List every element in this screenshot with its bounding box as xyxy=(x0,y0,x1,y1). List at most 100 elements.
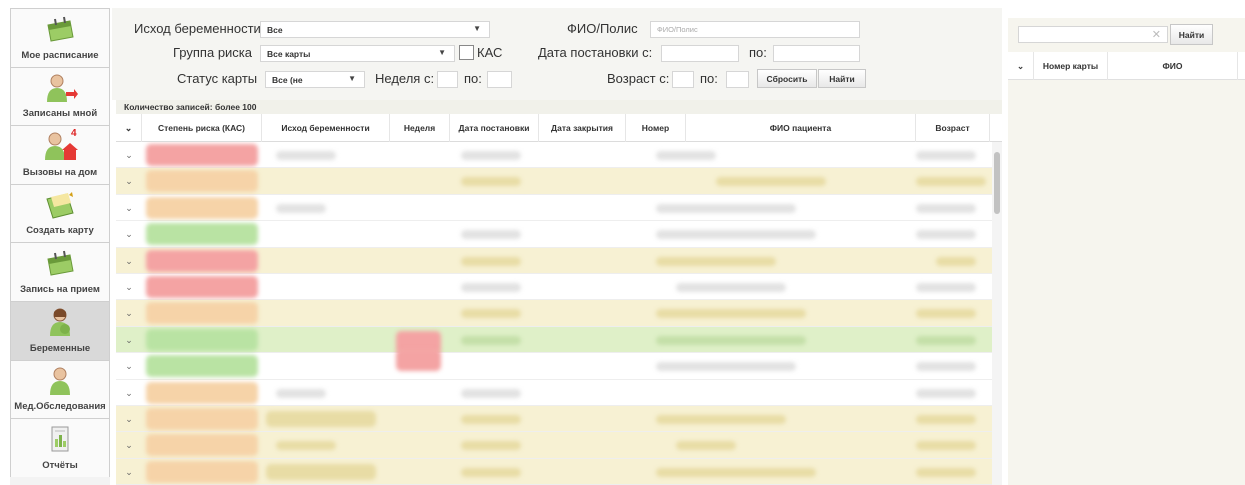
find-button[interactable]: Найти xyxy=(818,69,866,88)
blurred-cell xyxy=(461,441,521,451)
reset-button[interactable]: Сбросить xyxy=(757,69,817,88)
sidebar-item-reports[interactable]: Отчёты xyxy=(10,418,110,477)
table-scrollbar[interactable] xyxy=(992,142,1002,485)
week-from-input[interactable] xyxy=(437,71,458,88)
blurred-cell xyxy=(916,151,976,160)
chevron-down-icon: ▼ xyxy=(348,74,356,83)
week-to-input[interactable] xyxy=(487,71,512,88)
blurred-cell xyxy=(676,283,786,292)
table-row[interactable]: ⌄ xyxy=(116,274,992,301)
chevron-down-icon[interactable]: ⌄ xyxy=(116,195,142,220)
chevron-down-icon[interactable]: ⌄ xyxy=(116,432,142,457)
doctor-arrow-icon xyxy=(47,74,78,102)
chevron-down-icon[interactable]: ⌄ xyxy=(116,380,142,405)
expand-all-chevron[interactable]: ⌄ xyxy=(116,114,142,142)
pregnant-woman-icon xyxy=(50,308,70,336)
blurred-cell xyxy=(916,203,976,213)
table-row[interactable]: ⌄ xyxy=(116,326,992,354)
date-to-input[interactable] xyxy=(773,45,860,62)
records-count: Количество записей: более 100 xyxy=(116,100,1002,114)
sidebar-item-pregnant[interactable]: Беременные xyxy=(10,300,110,360)
blurred-cell xyxy=(276,203,326,213)
risk-cell xyxy=(146,144,258,166)
fio-input[interactable]: ФИО/Полис xyxy=(650,21,860,38)
col-number[interactable]: Номер xyxy=(626,114,686,142)
blurred-cell xyxy=(276,388,326,398)
blurred-cell xyxy=(276,441,336,451)
age-from-input[interactable] xyxy=(672,71,694,88)
right-search-input[interactable]: ✕ xyxy=(1018,26,1168,43)
sidebar-item-label: Отчёты xyxy=(42,459,78,471)
chevron-down-icon: ▼ xyxy=(473,24,481,33)
fio-label: ФИО/Полис xyxy=(567,21,638,36)
clear-icon[interactable]: ✕ xyxy=(1152,28,1161,41)
table-row[interactable]: ⌄ xyxy=(116,194,992,222)
table-row[interactable]: ⌄ xyxy=(116,432,992,459)
chevron-down-icon[interactable]: ⌄ xyxy=(116,406,142,431)
chevron-down-icon[interactable]: ⌄ xyxy=(116,353,142,378)
blurred-cell xyxy=(916,415,976,424)
sidebar-item-booked-by-me[interactable]: Записаны мной xyxy=(10,66,110,126)
sidebar-item-create-card[interactable]: Создать карту xyxy=(10,183,110,243)
col-patient-name[interactable]: ФИО пациента xyxy=(686,114,916,142)
chevron-down-icon[interactable]: ⌄ xyxy=(116,300,142,325)
chevron-down-icon[interactable]: ⌄ xyxy=(116,168,142,193)
kas-checkbox[interactable] xyxy=(459,45,474,60)
kas-label: КАС xyxy=(477,45,503,60)
blurred-cell xyxy=(656,151,716,160)
sidebar-item-house-calls[interactable]: 4 Вызовы на дом xyxy=(10,125,110,184)
risk-cell xyxy=(146,249,258,272)
sidebar-item-label: Мое расписание xyxy=(21,49,99,61)
doctor-icon xyxy=(50,367,70,395)
chevron-down-icon: ⌄ xyxy=(124,123,133,133)
table-row[interactable]: ⌄ xyxy=(116,458,992,485)
table-row[interactable]: ⌄ xyxy=(116,247,992,274)
table-row[interactable]: ⌄ xyxy=(116,349,992,380)
blurred-cell xyxy=(266,463,376,480)
blurred-cell xyxy=(656,256,776,266)
sidebar-item-medical-exams[interactable]: Мед.Обследования xyxy=(10,359,110,419)
right-search-panel: ✕ Найти ⌄ Номер карты ФИО xyxy=(1008,18,1245,485)
card-status-select-value: Все (не xyxy=(272,75,303,85)
chevron-down-icon[interactable]: ⌄ xyxy=(116,221,142,246)
blurred-cell xyxy=(656,467,816,477)
outcome-select[interactable]: Все ▼ xyxy=(260,21,490,38)
chevron-down-icon[interactable]: ⌄ xyxy=(116,142,142,167)
right-find-button[interactable]: Найти xyxy=(1170,24,1213,45)
outcome-label: Исход беременности xyxy=(134,21,261,36)
date-from-input[interactable] xyxy=(661,45,739,62)
table-row[interactable]: ⌄ xyxy=(116,300,992,327)
col-age[interactable]: Возраст xyxy=(916,114,990,142)
col-registration-date[interactable]: Дата постановки xyxy=(450,114,539,142)
blurred-cell xyxy=(461,388,521,398)
col-risk-degree[interactable]: Степень риска (КАС) xyxy=(142,114,262,142)
col-card-number[interactable]: Номер карты xyxy=(1034,52,1108,80)
risk-cell xyxy=(146,408,258,430)
col-outcome[interactable]: Исход беременности xyxy=(262,114,390,142)
table-row[interactable]: ⌄ xyxy=(116,406,992,433)
blurred-cell xyxy=(916,230,976,240)
col-fio[interactable]: ФИО xyxy=(1108,52,1238,80)
app-window: Мое расписание Записаны мной 4 Вызовы на… xyxy=(0,0,1245,485)
blurred-cell xyxy=(656,335,806,345)
card-status-select[interactable]: Все (не ▼ xyxy=(265,71,365,88)
chevron-down-icon[interactable]: ⌄ xyxy=(116,459,142,484)
age-to-input[interactable] xyxy=(726,71,749,88)
blurred-cell xyxy=(266,411,376,427)
col-close-date[interactable]: Дата закрытия xyxy=(539,114,626,142)
blurred-cell xyxy=(916,309,976,319)
table-row[interactable]: ⌄ xyxy=(116,168,992,195)
scrollbar-thumb[interactable] xyxy=(994,152,1000,214)
sidebar-item-appointment[interactable]: Запись на прием xyxy=(10,242,110,301)
table-row[interactable]: ⌄ xyxy=(116,221,992,248)
col-week[interactable]: Неделя xyxy=(390,114,450,142)
sidebar-item-my-schedule[interactable]: Мое расписание xyxy=(10,8,110,67)
expand-all-chevron[interactable]: ⌄ xyxy=(1008,52,1034,80)
chevron-down-icon[interactable]: ⌄ xyxy=(116,248,142,273)
chevron-down-icon[interactable]: ⌄ xyxy=(116,327,142,352)
risk-group-select[interactable]: Все карты ▼ xyxy=(260,45,455,62)
table-row[interactable]: ⌄ xyxy=(116,142,992,169)
chevron-down-icon[interactable]: ⌄ xyxy=(116,274,142,299)
blurred-cell xyxy=(916,177,986,187)
table-row[interactable]: ⌄ xyxy=(116,379,992,406)
